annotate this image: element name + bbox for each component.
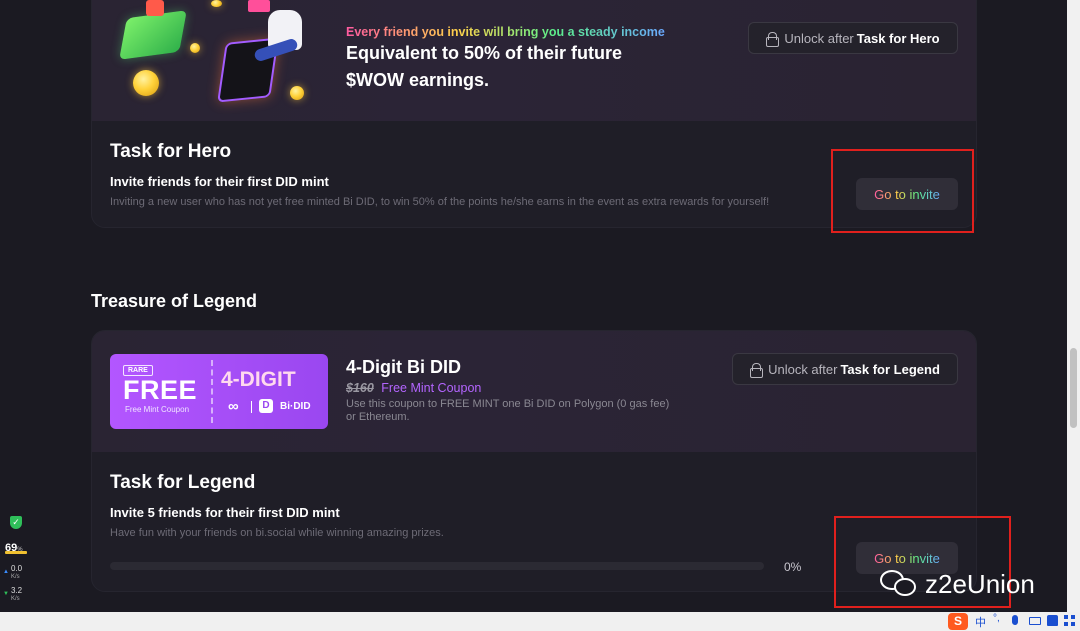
page-scrollbar[interactable] <box>1067 0 1080 612</box>
highlight-box <box>831 149 974 233</box>
brand-separator <box>251 401 252 413</box>
security-shield-icon: ✓ <box>10 516 22 529</box>
coupon-digit: 4-DIGIT <box>221 368 296 391</box>
lock-icon <box>766 31 780 47</box>
upload-speed-value: 0.0 <box>11 564 23 573</box>
keyboard-icon[interactable] <box>1029 617 1041 625</box>
coin-icon <box>211 0 222 7</box>
coin-icon <box>190 43 200 53</box>
download-arrow-icon: ▼ <box>3 591 9 597</box>
microphone-icon[interactable] <box>1012 615 1018 625</box>
wechat-logo-icon <box>880 568 920 600</box>
coupon-free-sub: Free Mint Coupon <box>125 405 190 414</box>
free-mint-coupon: RARE FREE Free Mint Coupon 4-DIGIT ∞ D B… <box>110 354 328 429</box>
green-card-graphic <box>119 10 187 60</box>
unlock-legend-button[interactable]: Unlock after Task for Legend <box>732 353 958 385</box>
progress-track <box>110 562 764 570</box>
task-hero-title: Task for Hero <box>110 141 232 162</box>
pink-card-graphic <box>248 0 270 12</box>
coin-icon <box>133 70 159 96</box>
watermark-text: z2eUnion <box>925 569 1035 599</box>
download-speed-unit: K/s <box>11 596 20 602</box>
infinity-logo-icon: ∞ <box>228 398 239 415</box>
scrollbar-thumb[interactable] <box>1070 348 1077 428</box>
upload-speed-unit: K/s <box>11 574 20 580</box>
coupon-brand: Bi·DID <box>280 401 311 412</box>
task-legend-subtitle: Invite 5 friends for their first DID min… <box>110 505 340 520</box>
task-legend-description: Have fun with your friends on bi.social … <box>110 527 444 539</box>
coupon-divider <box>211 360 213 423</box>
task-legend-title: Task for Legend <box>110 472 256 493</box>
toolbox-grid-icon[interactable] <box>1064 615 1075 626</box>
taskbar: S 中 °, <box>0 612 1080 631</box>
skin-shirt-icon[interactable] <box>1047 615 1058 626</box>
legend-reward-title: 4-Digit Bi DID <box>346 357 461 377</box>
progress-label: 0% <box>784 560 802 574</box>
person-red-graphic <box>146 0 164 16</box>
bi-did-logo-icon: D <box>259 399 273 413</box>
coupon-free: FREE <box>123 375 198 405</box>
ime-chinese-indicator[interactable]: 中 <box>975 614 986 630</box>
hero-headline-line1: Equivalent to 50% of their future <box>346 43 623 63</box>
upload-speed: 0.0 K/s <box>11 564 22 582</box>
upload-arrow-icon: ▲ <box>3 569 9 575</box>
unlock-hero-button[interactable]: Unlock after Task for Hero <box>748 22 958 54</box>
legend-price-row: $160 Free Mint Coupon <box>346 381 481 395</box>
old-price: $160 <box>346 381 374 395</box>
sogou-ime-icon[interactable]: S <box>948 613 968 630</box>
unlock-target: Task for Hero <box>856 30 940 46</box>
hero-headline-line2: $WOW earnings. <box>346 70 490 90</box>
lock-icon <box>750 362 764 378</box>
section-heading: Treasure of Legend <box>91 291 258 311</box>
unlock-prefix: Unlock after <box>784 30 854 46</box>
punctuation-icon[interactable]: °, <box>993 613 1000 624</box>
invite-income-text: Every friend you invite will bring you a… <box>346 25 665 39</box>
task-hero-description: Inviting a new user who has not yet free… <box>110 196 770 208</box>
unlock-prefix: Unlock after <box>768 361 838 377</box>
legend-desc-line2: or Ethereum. <box>346 411 410 423</box>
download-speed: 3.2 K/s <box>11 586 22 604</box>
download-speed-value: 3.2 <box>11 586 23 595</box>
legend-desc-line1: Use this coupon to FREE MINT one Bi DID … <box>346 398 670 410</box>
task-hero-subtitle: Invite friends for their first DID mint <box>110 174 329 189</box>
rare-badge-label: RARE <box>128 367 148 374</box>
unlock-target: Task for Legend <box>840 361 940 377</box>
usage-bar <box>5 551 27 554</box>
coin-icon <box>290 86 304 100</box>
coupon-label: Free Mint Coupon <box>381 381 482 395</box>
